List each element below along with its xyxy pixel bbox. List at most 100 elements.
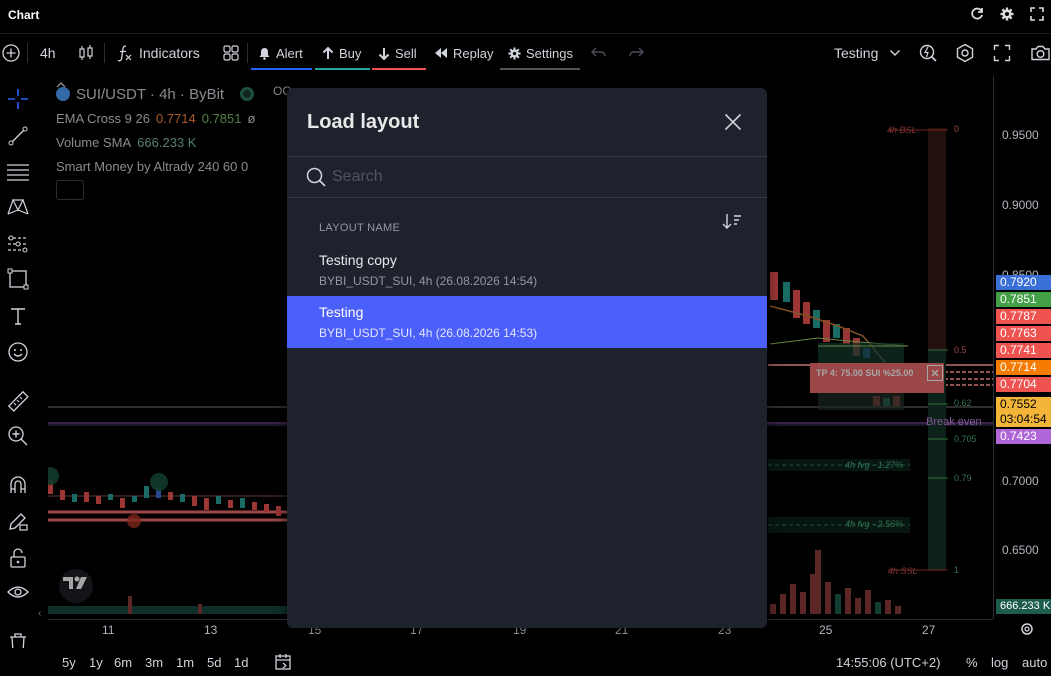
range-5d[interactable]: 5d <box>207 655 221 670</box>
column-header-layout-name[interactable]: LAYOUT NAME <box>319 222 400 234</box>
price-label: 0.7714 <box>996 360 1051 375</box>
text-tool[interactable] <box>5 303 31 329</box>
zoom-in-icon <box>8 426 28 446</box>
refresh-icon[interactable] <box>969 6 985 22</box>
lock-tool[interactable] <box>5 545 31 571</box>
grid-icon <box>223 45 239 61</box>
sell-button[interactable]: Sell <box>378 34 417 72</box>
screenshot-button[interactable] <box>1030 34 1051 72</box>
layout-menu-button[interactable]: Testing <box>834 34 901 72</box>
replay-label: Replay <box>453 45 494 61</box>
log-toggle[interactable]: log <box>991 655 1008 670</box>
fullscreen-icon[interactable] <box>1029 6 1045 22</box>
buy-label: Buy <box>339 45 362 61</box>
time-tick: 27 <box>922 623 936 637</box>
gear-icon[interactable] <box>999 6 1015 22</box>
layout-item-selected[interactable]: Testing BYBI_USDT_SUI, 4h (26.08.2026 14… <box>287 296 767 348</box>
buy-button[interactable]: Buy <box>322 34 361 72</box>
zoom-tool[interactable] <box>5 423 31 449</box>
undo-button[interactable] <box>591 34 607 72</box>
layout-item-meta: BYBI_USDT_SUI, 4h (26.08.2026 14:54) <box>319 274 538 288</box>
divider <box>287 197 767 198</box>
trendline-tool[interactable] <box>5 123 31 149</box>
magnet-icon <box>10 476 26 493</box>
current-price-badge: 0.7552 03:04:54 <box>996 397 1051 427</box>
magnet-tool[interactable] <box>5 472 31 498</box>
sell-label: Sell <box>395 45 417 61</box>
fib-tool[interactable] <box>5 159 31 185</box>
redo-button[interactable] <box>628 34 644 72</box>
quick-search-button[interactable] <box>918 34 938 72</box>
fib-retracement-icon <box>7 164 29 181</box>
load-layout-dialog: Load layout LAYOUT NAME Testing copy BYB… <box>287 88 767 628</box>
price-label: 0.7920 <box>996 275 1051 290</box>
crosshair-icon <box>8 89 28 109</box>
hexagon-gear-icon <box>956 43 974 63</box>
bottom-toolbar: 5y 1y 6m 3m 1m 5d 1d 14:55:06 (UTC+2) % … <box>0 648 1051 676</box>
trendline-icon <box>8 126 28 146</box>
rewind-icon <box>435 48 447 58</box>
price-label: 0.7741 <box>996 343 1051 358</box>
chevron-down-icon <box>890 50 901 56</box>
measure-tool[interactable] <box>5 388 31 414</box>
replay-button[interactable]: Replay <box>434 34 493 72</box>
shape-tool[interactable] <box>5 266 31 292</box>
crosshair-tool[interactable] <box>5 86 31 112</box>
price-label: 0.7763 <box>996 326 1051 341</box>
range-6m[interactable]: 6m <box>114 655 132 670</box>
current-price: 0.7552 <box>1000 397 1037 411</box>
pattern-tool[interactable] <box>5 194 31 220</box>
range-1m[interactable]: 1m <box>176 655 194 670</box>
sort-icon <box>722 214 741 229</box>
chart-type-button[interactable] <box>77 34 95 72</box>
alert-label: Alert <box>276 45 303 61</box>
pencil-lock-icon <box>9 513 28 531</box>
price-tick: 0.7000 <box>1002 474 1039 488</box>
undo-icon <box>591 47 606 57</box>
forecast-tool[interactable] <box>5 231 31 257</box>
rectangle-icon <box>7 268 29 290</box>
layout-item-name: Testing copy <box>319 252 397 268</box>
range-3m[interactable]: 3m <box>145 655 163 670</box>
price-label: 0.7851 <box>996 292 1051 307</box>
alert-button[interactable]: Alert <box>258 34 303 72</box>
visibility-tool[interactable] <box>5 579 31 605</box>
time-tick: 25 <box>819 623 833 637</box>
interval-button[interactable]: 4h <box>40 34 56 72</box>
break-even-price: 0.7423 <box>996 429 1051 444</box>
price-scale[interactable]: 0.9500 0.9000 0.8500 0.7000 0.6500 0.792… <box>993 76 1051 619</box>
close-button[interactable] <box>721 110 745 134</box>
window-titlebar: Chart <box>0 0 1051 30</box>
go-to-date-button[interactable] <box>274 653 292 674</box>
clock-label[interactable]: 14:55:06 (UTC+2) <box>836 655 940 670</box>
calendar-icon <box>275 654 291 670</box>
price-tick: 0.6500 <box>1002 543 1039 557</box>
emoji-tool[interactable] <box>5 339 31 365</box>
add-symbol-button[interactable] <box>2 34 20 72</box>
price-tick: 0.9000 <box>1002 198 1039 212</box>
range-1d[interactable]: 1d <box>234 655 248 670</box>
gear-icon <box>508 46 521 60</box>
pattern-icon <box>7 198 29 215</box>
function-icon <box>117 45 132 62</box>
range-1y[interactable]: 1y <box>89 655 103 670</box>
range-5y[interactable]: 5y <box>62 655 76 670</box>
fullscreen-button[interactable] <box>993 34 1011 72</box>
plus-circle-icon <box>2 44 20 62</box>
chart-settings-button[interactable] <box>955 34 975 72</box>
drawing-mode-tool[interactable] <box>5 508 31 534</box>
layout-item[interactable]: Testing copy BYBI_USDT_SUI, 4h (26.08.20… <box>287 244 767 296</box>
top-toolbar: 4h Indicators Alert Buy Sell Replay Sett… <box>0 33 1051 71</box>
drawing-toolbar <box>0 76 36 660</box>
percent-toggle[interactable]: % <box>966 655 978 670</box>
sort-button[interactable] <box>721 213 745 233</box>
bar-countdown: 03:04:54 <box>1000 412 1047 426</box>
settings-button[interactable]: Settings <box>508 34 573 72</box>
layout-item-name: Testing <box>319 304 364 320</box>
scale-settings-button[interactable] <box>1019 621 1035 640</box>
templates-button[interactable] <box>222 34 240 72</box>
auto-toggle[interactable]: auto <box>1022 655 1047 670</box>
indicators-button[interactable]: Indicators <box>116 34 200 72</box>
search-input[interactable] <box>332 165 732 189</box>
chevron-left-icon[interactable]: ‹ <box>38 608 41 619</box>
